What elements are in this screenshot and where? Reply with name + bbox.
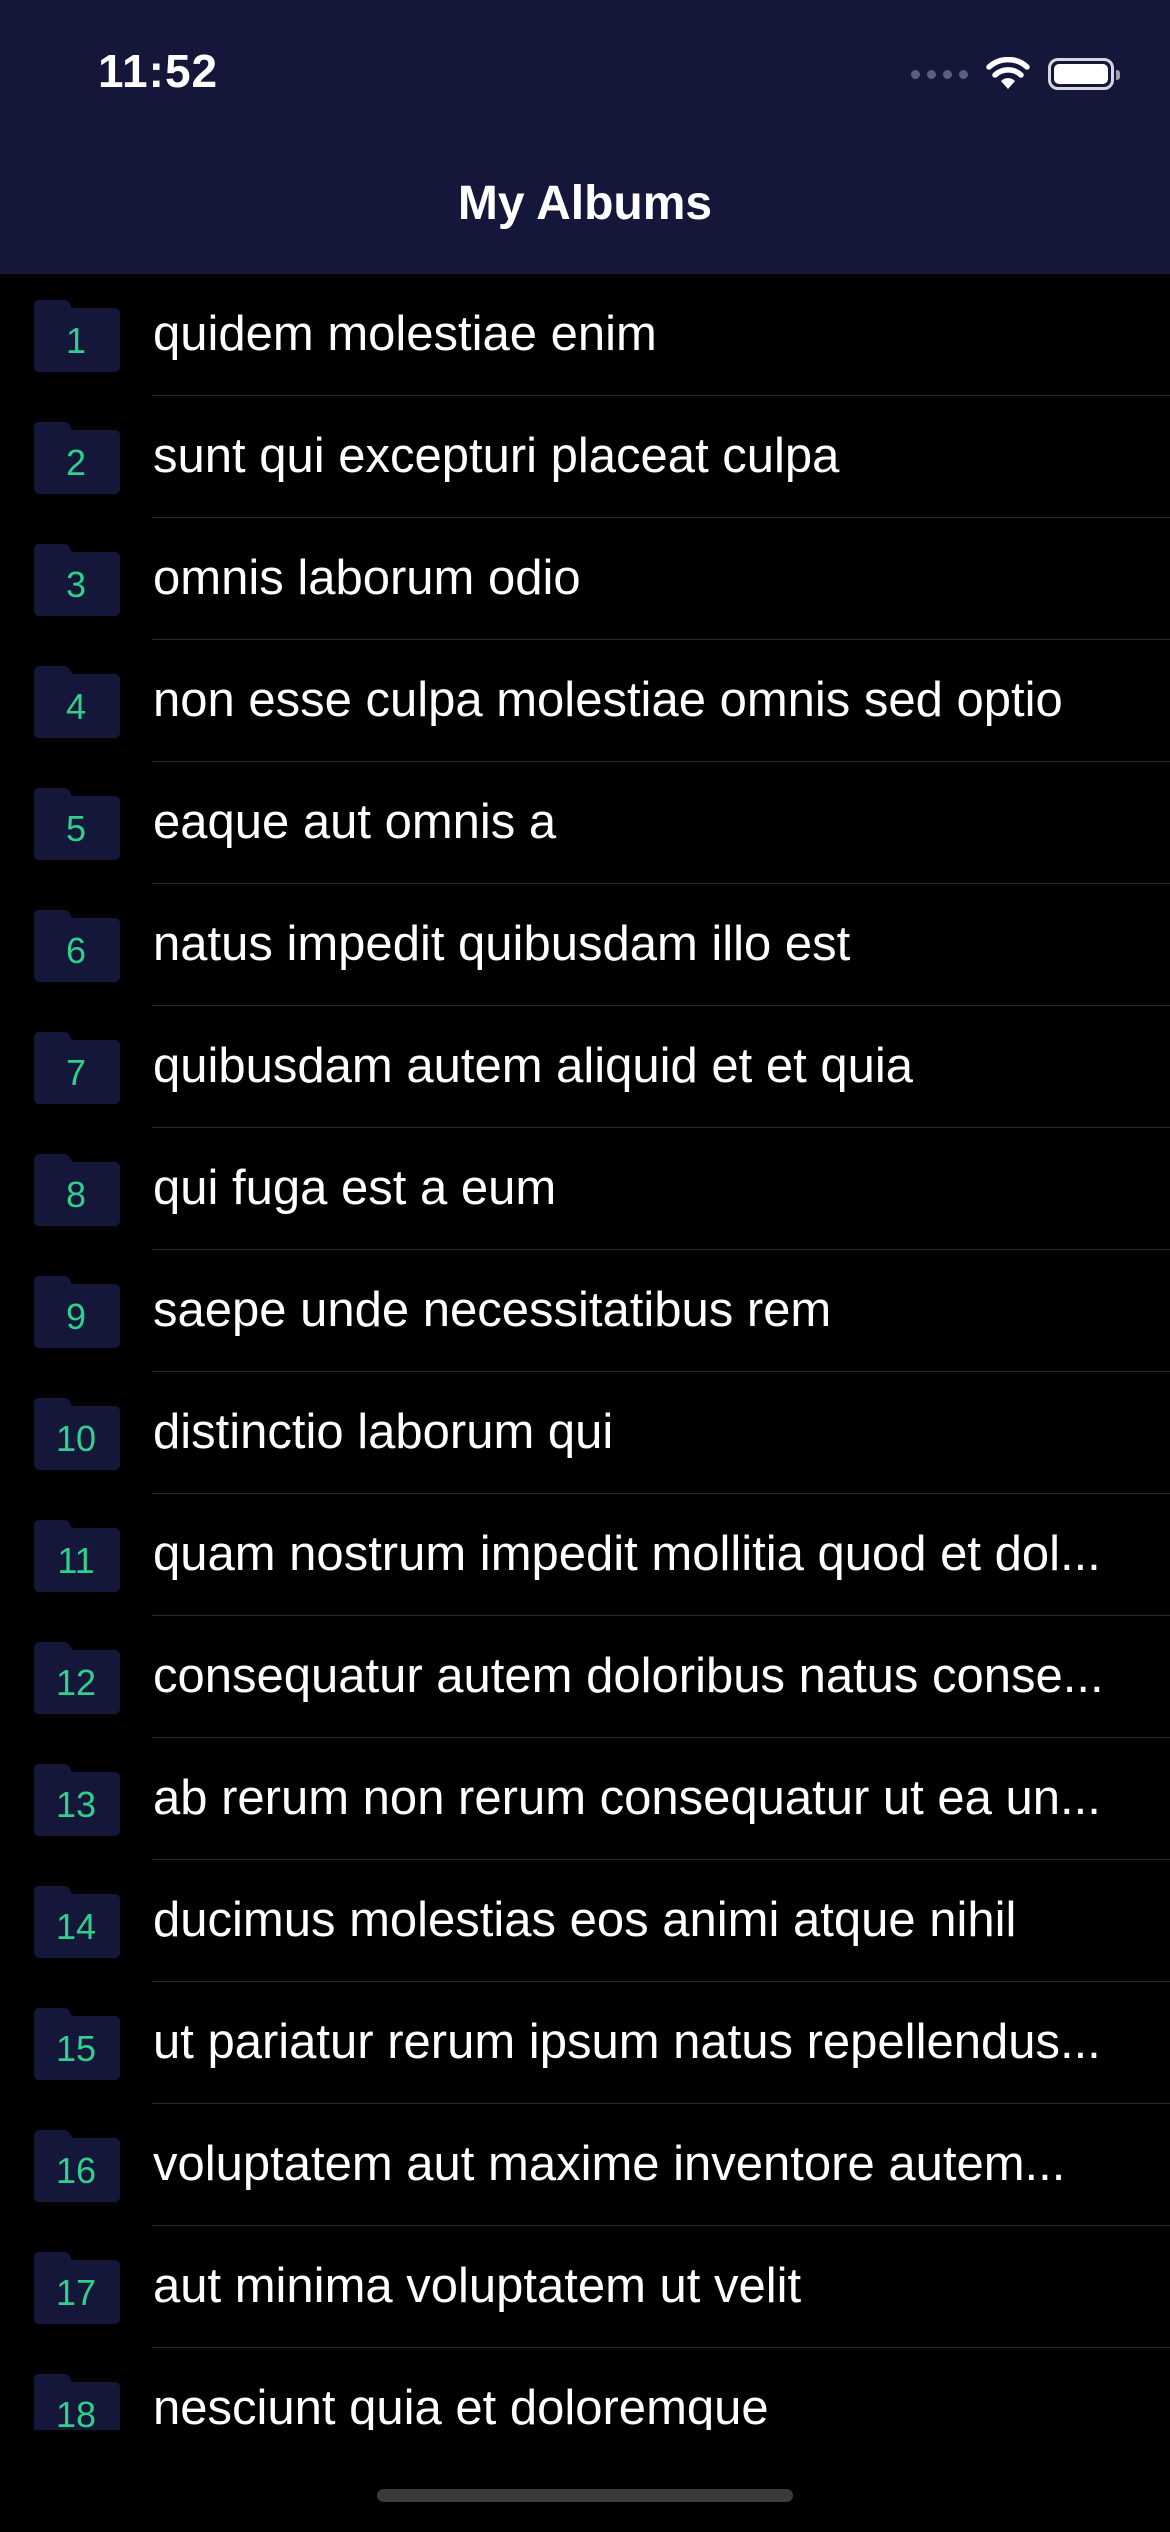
folder-icon: 4	[30, 662, 122, 740]
album-row[interactable]: 1 quidem molestiae enim	[0, 274, 1170, 396]
album-title: eaque aut omnis a	[153, 795, 557, 849]
folder-icon: 3	[30, 540, 122, 618]
album-row[interactable]: 13 ab rerum non rerum consequatur ut ea u…	[0, 1738, 1170, 1860]
folder-icon: 12	[30, 1638, 122, 1716]
album-row[interactable]: 4 non esse culpa molestiae omnis sed opti…	[0, 640, 1170, 762]
album-title: consequatur autem doloribus natus conse.…	[153, 1649, 1104, 1703]
album-number: 16	[55, 2150, 97, 2191]
page-title: My Albums	[457, 177, 713, 230]
folder-icon: 13	[30, 1760, 122, 1838]
folder-icon: 15	[30, 2004, 122, 2082]
folder-icon: 1	[30, 296, 122, 374]
folder-icon: 11	[30, 1516, 122, 1594]
folder-icon: 6	[30, 906, 122, 984]
album-number: 7	[65, 1052, 87, 1093]
album-number: 8	[65, 1174, 87, 1215]
album-row[interactable]: 10 distinctio laborum qui	[0, 1372, 1170, 1494]
folder-icon: 17	[30, 2248, 122, 2326]
album-number: 9	[65, 1296, 87, 1337]
battery-icon	[1048, 58, 1120, 90]
album-title: sunt qui excepturi placeat culpa	[153, 429, 840, 483]
header: 11:52 My Albums	[0, 0, 1170, 274]
album-list[interactable]: 1 quidem molestiae enim 2 sunt qui exceptur…	[0, 274, 1170, 2430]
album-row[interactable]: 8 qui fuga est a eum	[0, 1128, 1170, 1250]
album-title: natus impedit quibusdam illo est	[153, 917, 851, 971]
folder-icon: 7	[30, 1028, 122, 1106]
album-row[interactable]: 5 eaque aut omnis a	[0, 762, 1170, 884]
wifi-icon	[986, 57, 1030, 89]
album-title: quibusdam autem aliquid et et quia	[153, 1039, 914, 1093]
album-row[interactable]: 18 nesciunt quia et doloremque	[0, 2348, 1170, 2430]
album-row[interactable]: 15 ut pariatur rerum ipsum natus repellen…	[0, 1982, 1170, 2104]
album-number: 13	[55, 1784, 97, 1825]
album-row[interactable]: 16 voluptatem aut maxime inventore autem.…	[0, 2104, 1170, 2226]
status-icons	[911, 54, 1120, 94]
album-number: 5	[65, 808, 87, 849]
album-number: 17	[55, 2272, 97, 2313]
album-title: non esse culpa molestiae omnis sed optio	[153, 673, 1063, 727]
cellular-signal-icon	[911, 69, 968, 79]
album-title: voluptatem aut maxime inventore autem...	[153, 2137, 1066, 2191]
album-number: 6	[65, 930, 87, 971]
album-row[interactable]: 12 consequatur autem doloribus natus cons…	[0, 1616, 1170, 1738]
folder-icon: 10	[30, 1394, 122, 1472]
album-number: 11	[57, 1540, 95, 1581]
folder-icon: 2	[30, 418, 122, 496]
album-title: quam nostrum impedit mollitia quod et do…	[153, 1527, 1101, 1581]
folder-icon: 9	[30, 1272, 122, 1350]
album-row[interactable]: 14 ducimus molestias eos animi atque nihi…	[0, 1860, 1170, 1982]
album-title: ducimus molestias eos animi atque nihil	[153, 1893, 1017, 1947]
album-title: distinctio laborum qui	[153, 1405, 614, 1459]
folder-icon: 18	[30, 2370, 122, 2430]
album-number: 14	[55, 1906, 97, 1947]
album-number: 1	[65, 320, 87, 361]
folder-icon: 14	[30, 1882, 122, 1960]
album-title: aut minima voluptatem ut velit	[153, 2259, 802, 2313]
album-number: 4	[65, 686, 87, 727]
album-row[interactable]: 3 omnis laborum odio	[0, 518, 1170, 640]
album-title: omnis laborum odio	[153, 551, 581, 605]
album-row[interactable]: 17 aut minima voluptatem ut velit	[0, 2226, 1170, 2348]
album-row[interactable]: 2 sunt qui excepturi placeat culpa	[0, 396, 1170, 518]
album-number: 2	[65, 442, 87, 483]
album-row[interactable]: 7 quibusdam autem aliquid et et quia	[0, 1006, 1170, 1128]
folder-icon: 5	[30, 784, 122, 862]
album-title: ab rerum non rerum consequatur ut ea un.…	[153, 1771, 1101, 1825]
album-row[interactable]: 6 natus impedit quibusdam illo est	[0, 884, 1170, 1006]
album-number: 15	[55, 2028, 97, 2069]
album-number: 12	[55, 1662, 97, 1703]
album-title: qui fuga est a eum	[153, 1161, 557, 1215]
album-number: 3	[65, 564, 87, 605]
album-row[interactable]: 11 quam nostrum impedit mollitia quod et …	[0, 1494, 1170, 1616]
album-row[interactable]: 9 saepe unde necessitatibus rem	[0, 1250, 1170, 1372]
status-time: 11:52	[98, 45, 219, 97]
folder-icon: 16	[30, 2126, 122, 2204]
album-title: ut pariatur rerum ipsum natus repellendu…	[153, 2015, 1101, 2069]
album-title: quidem molestiae enim	[153, 307, 657, 361]
album-title: nesciunt quia et doloremque	[153, 2381, 769, 2430]
album-title: saepe unde necessitatibus rem	[153, 1283, 832, 1337]
folder-icon: 8	[30, 1150, 122, 1228]
home-indicator[interactable]	[377, 2489, 793, 2502]
album-number: 10	[55, 1418, 97, 1459]
album-number: 18	[55, 2394, 97, 2430]
